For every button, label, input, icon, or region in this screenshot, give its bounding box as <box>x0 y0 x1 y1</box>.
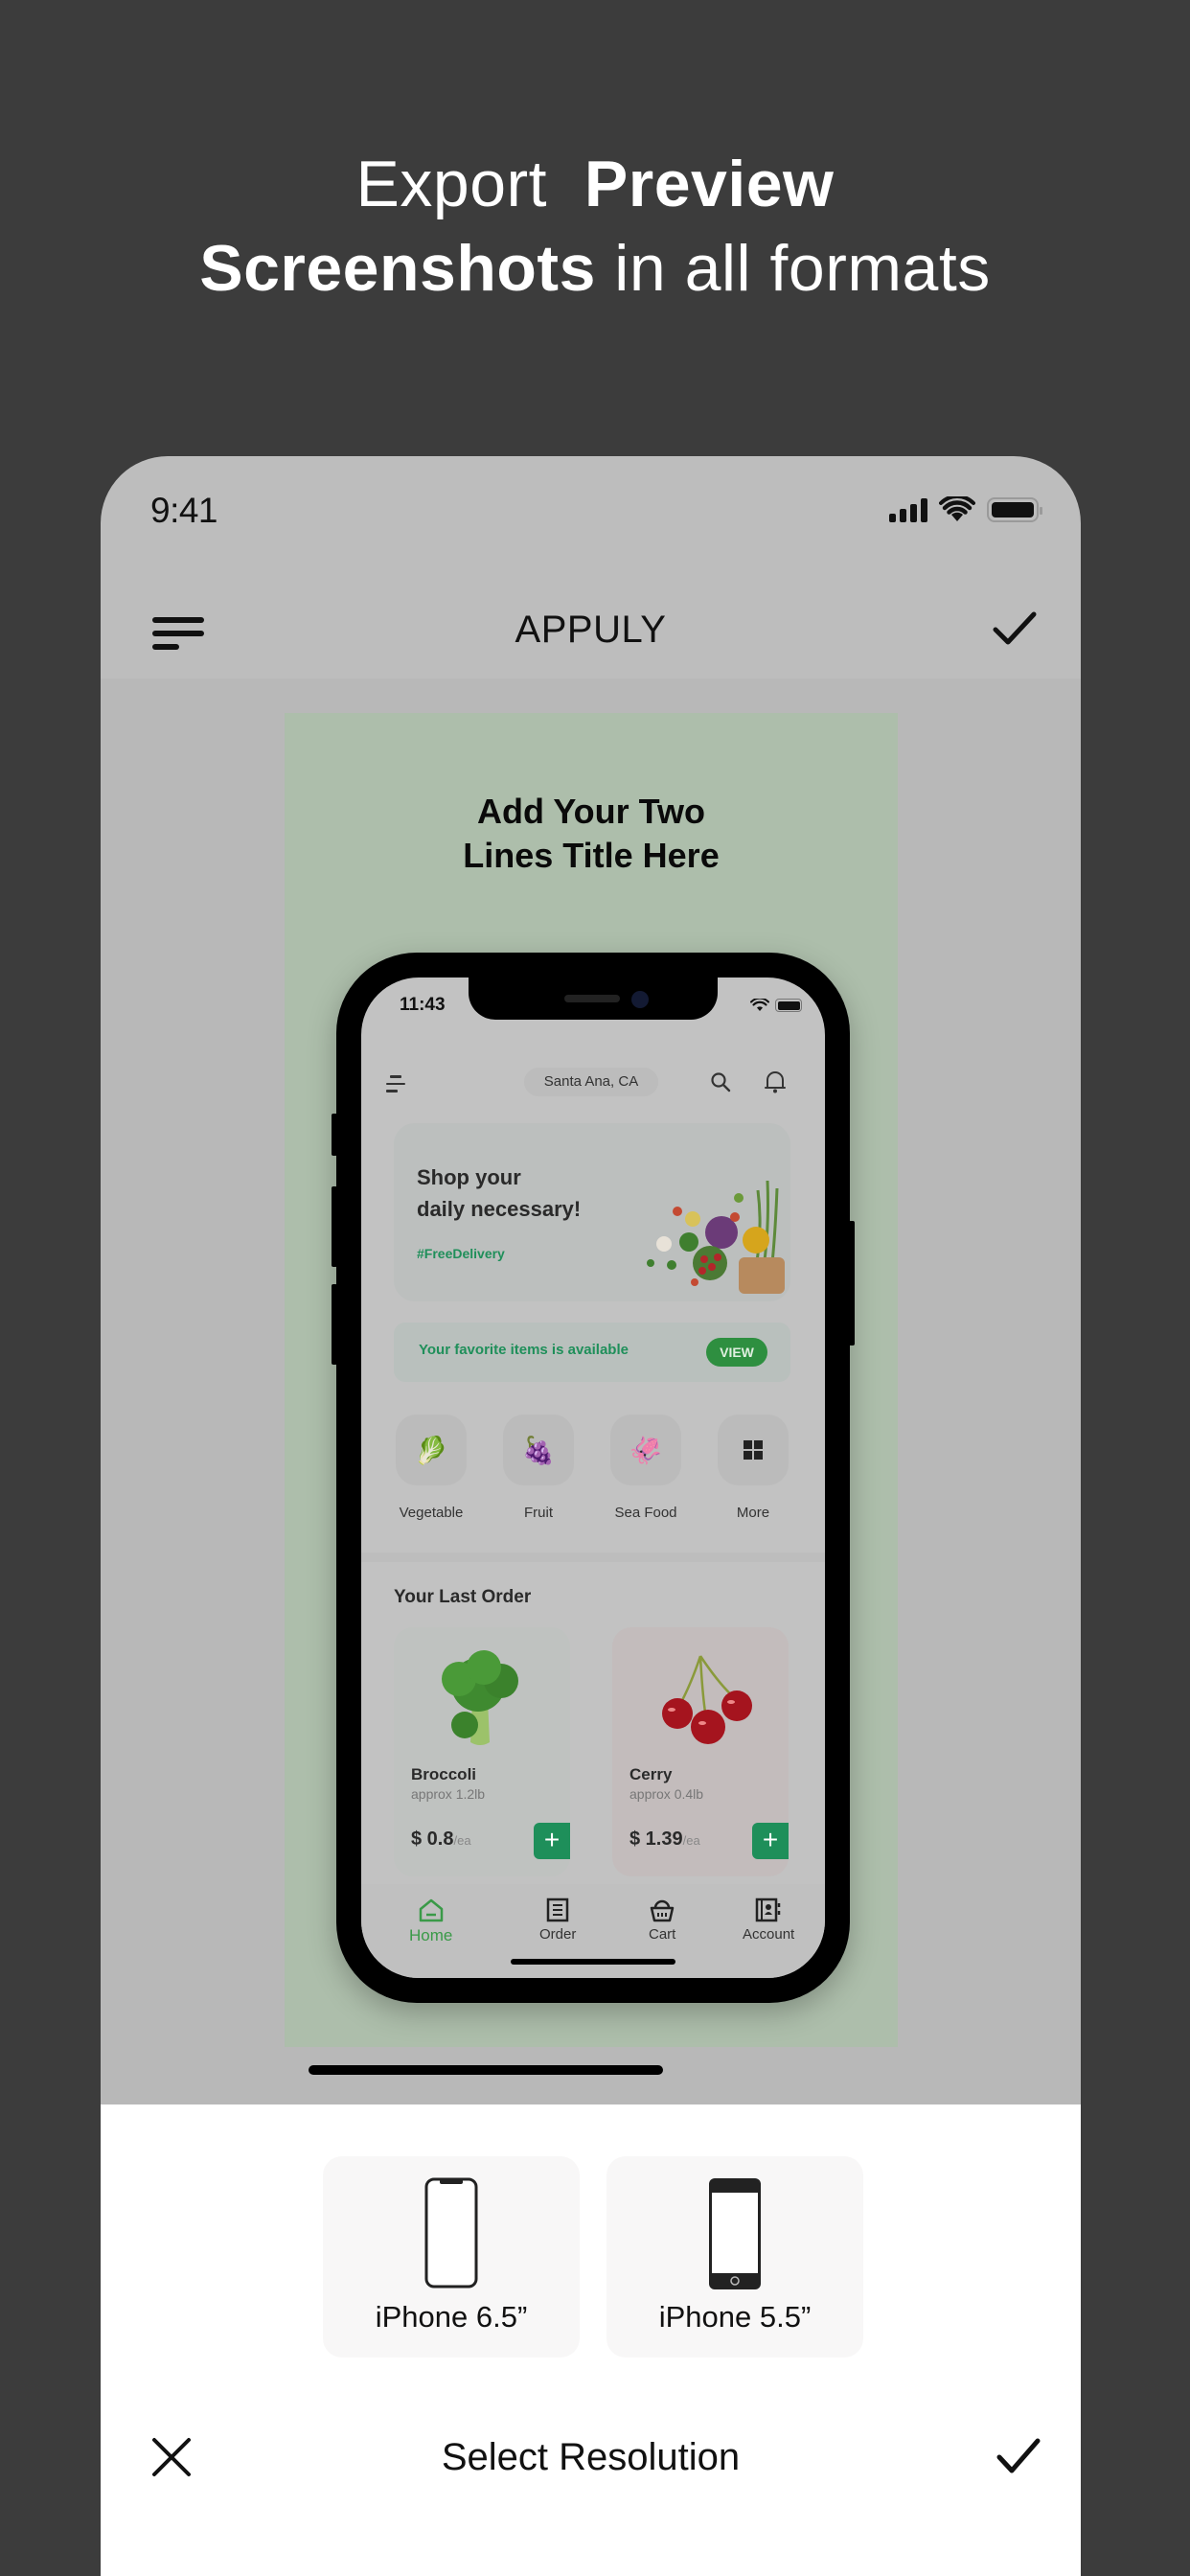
bell-icon[interactable] <box>764 1070 787 1094</box>
poster-title[interactable]: Add Your Two Lines Title Here <box>285 790 898 878</box>
device-frame: 9:41 APPULY Add Your Two Lines Title Her… <box>101 456 1081 2576</box>
price-value: $ 1.39 <box>629 1828 683 1850</box>
sheet-title: Select Resolution <box>441 2436 741 2478</box>
tab-label: Order <box>539 1926 577 1943</box>
headline-bold-2: Screenshots <box>199 232 596 305</box>
headline-regular-2: in all formats <box>614 232 991 305</box>
vegetables-image <box>647 1180 785 1294</box>
volume-down-button <box>332 1284 337 1365</box>
poster-title-line-1: Add Your Two <box>477 792 705 831</box>
category-label: Sea Food <box>614 1505 677 1521</box>
add-to-cart-button[interactable]: + <box>534 1823 570 1859</box>
top-navbar: APPULY <box>101 581 1081 678</box>
mock-home-indicator <box>511 1959 675 1965</box>
wifi-icon <box>939 496 975 521</box>
contacts-icon <box>755 1898 781 1922</box>
tab-home[interactable]: Home <box>409 1898 452 1945</box>
order-price: $ 1.39/ea <box>629 1828 700 1851</box>
tab-label: Home <box>409 1926 453 1944</box>
grid-icon <box>744 1440 763 1460</box>
checkmark-icon[interactable] <box>991 610 1039 648</box>
add-to-cart-button[interactable]: + <box>752 1823 789 1859</box>
headline-regular-1: Export <box>355 148 548 220</box>
mute-switch <box>332 1114 337 1156</box>
broccoli-image <box>442 1650 518 1745</box>
mock-header: Santa Ana, CA <box>361 1064 825 1102</box>
promo-banner[interactable]: Shop your daily necessary! #FreeDelivery <box>394 1123 790 1301</box>
order-price: $ 0.8/ea <box>411 1828 471 1851</box>
menu-icon[interactable] <box>152 617 204 657</box>
tab-label: Account <box>743 1926 795 1943</box>
category-fruit[interactable]: 🍇 Fruit <box>501 1414 576 1521</box>
phone-mockup: 11:43 Santa Ana, CA Shop your daily nece… <box>332 953 855 2003</box>
lettuce-icon: 🥬 <box>414 1435 448 1465</box>
mock-menu-icon[interactable] <box>386 1075 405 1097</box>
category-seafood[interactable]: 🦑 Sea Food <box>608 1414 683 1521</box>
mock-battery-icon <box>775 999 802 1012</box>
sheet-toolbar: Select Resolution <box>101 2417 1081 2494</box>
favorites-notice: Your favorite items is available VIEW <box>394 1322 790 1382</box>
preview-canvas: Add Your Two Lines Title Here 11:43 Sant… <box>101 678 1081 2104</box>
option-label: iPhone 6.5” <box>375 2300 528 2334</box>
last-order-heading: Your Last Order <box>394 1587 532 1607</box>
volume-up-button <box>332 1186 337 1267</box>
tab-account[interactable]: Account <box>743 1898 794 1943</box>
iphone-home-button-icon <box>709 2178 761 2289</box>
resolution-sheet: iPhone 6.5” iPhone 5.5” Select Resolutio… <box>101 2104 1081 2576</box>
signal-icon <box>889 497 927 522</box>
poster-title-line-2: Lines Title Here <box>463 836 720 875</box>
location-pill[interactable]: Santa Ana, CA <box>524 1068 658 1096</box>
order-weight: approx 1.2lb <box>411 1786 486 1802</box>
price-unit: /ea <box>682 1833 700 1848</box>
order-icon <box>546 1898 569 1922</box>
order-weight: approx 0.4lb <box>629 1786 704 1802</box>
order-card[interactable]: Cerry approx 0.4lb $ 1.39/ea + <box>612 1627 789 1876</box>
view-button[interactable]: VIEW <box>706 1338 767 1367</box>
tab-cart[interactable]: Cart <box>649 1898 675 1943</box>
mock-screen: 11:43 Santa Ana, CA Shop your daily nece… <box>361 978 825 1978</box>
tab-order[interactable]: Order <box>539 1898 576 1943</box>
basket-icon <box>650 1899 675 1922</box>
tab-label: Cart <box>649 1926 676 1943</box>
headline-bold-1: Preview <box>584 148 835 220</box>
section-divider <box>361 1552 825 1562</box>
option-iphone-6-5[interactable]: iPhone 6.5” <box>323 2156 580 2358</box>
status-bar: 9:41 <box>101 456 1081 581</box>
headline: Export Preview Screenshots in all format… <box>0 142 1190 310</box>
grapes-icon: 🍇 <box>521 1435 556 1465</box>
confirm-check-icon[interactable] <box>995 2436 1042 2476</box>
power-button <box>849 1221 855 1346</box>
mock-wifi-icon <box>750 999 769 1011</box>
battery-icon <box>987 497 1042 522</box>
mock-status-time: 11:43 <box>400 995 446 1015</box>
price-unit: /ea <box>453 1833 471 1848</box>
category-label: Vegetable <box>399 1505 464 1521</box>
screenshot-poster[interactable]: Add Your Two Lines Title Here 11:43 Sant… <box>285 713 898 2047</box>
price-value: $ 0.8 <box>411 1828 454 1850</box>
category-more[interactable]: More <box>716 1414 790 1521</box>
cherry-image <box>662 1655 752 1744</box>
home-icon <box>419 1898 443 1922</box>
option-label: iPhone 5.5” <box>658 2300 812 2334</box>
order-name: Cerry <box>629 1765 673 1783</box>
order-name: Broccoli <box>411 1765 477 1783</box>
category-vegetable[interactable]: 🥬 Vegetable <box>394 1414 469 1521</box>
option-iphone-5-5[interactable]: iPhone 5.5” <box>606 2156 863 2358</box>
notch <box>469 978 718 1020</box>
banner-line-2: daily necessary! <box>417 1197 582 1221</box>
category-list: 🥬 Vegetable 🍇 Fruit 🦑 Sea Food More <box>394 1414 790 1521</box>
category-label: More <box>736 1505 770 1521</box>
iphone-notch-icon <box>424 2177 478 2288</box>
free-delivery-tag: #FreeDelivery <box>417 1246 505 1261</box>
squid-icon: 🦑 <box>629 1435 663 1465</box>
favorites-text: Your favorite items is available <box>419 1342 629 1358</box>
home-indicator <box>309 2065 663 2075</box>
search-icon[interactable] <box>710 1071 731 1092</box>
order-card[interactable]: Broccoli approx 1.2lb $ 0.8/ea + <box>394 1627 570 1876</box>
app-title: APPULY <box>515 608 667 651</box>
banner-line-1: Shop your <box>417 1165 521 1189</box>
status-time: 9:41 <box>150 491 218 530</box>
category-label: Fruit <box>524 1505 553 1521</box>
